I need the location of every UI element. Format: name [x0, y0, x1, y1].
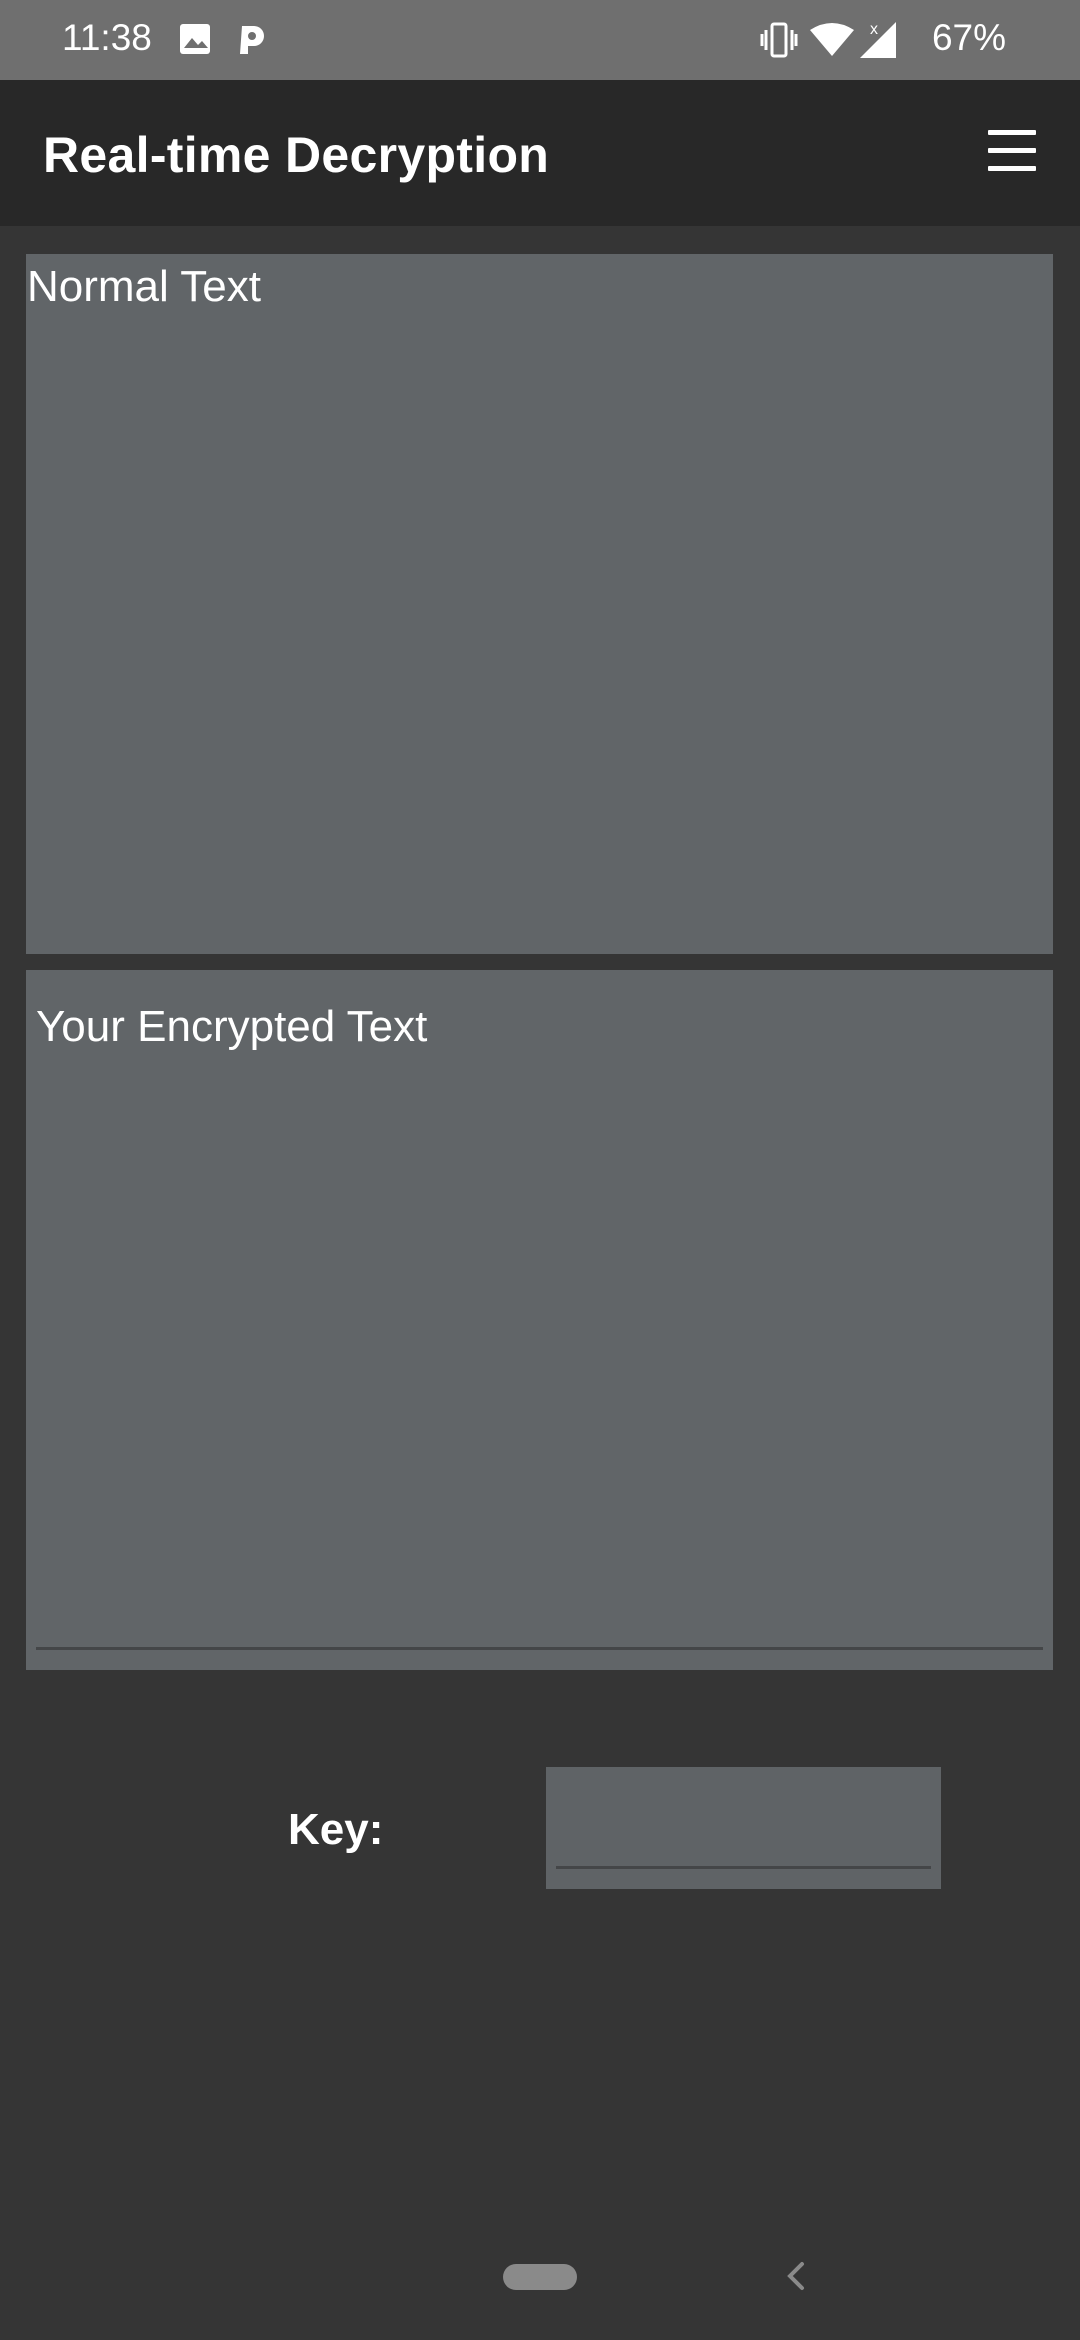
app-bar: Real-time Decryption — [0, 80, 1080, 226]
encrypted-text-field[interactable]: Your Encrypted Text — [26, 970, 1053, 1670]
key-underline — [556, 1866, 931, 1869]
normal-text-placeholder: Normal Text — [27, 262, 261, 311]
status-icons-left — [178, 20, 288, 65]
home-pill[interactable] — [503, 2264, 577, 2290]
battery-percent: 67% — [931, 17, 1006, 58]
signal-icon: x — [860, 21, 896, 58]
vibrate-icon — [760, 22, 798, 58]
field-underline — [36, 1647, 1043, 1650]
hamburger-menu-icon[interactable] — [982, 126, 1042, 178]
normal-text-field[interactable]: Normal Text — [26, 254, 1053, 954]
parking-icon — [240, 26, 264, 54]
status-icons-right: x 67% — [760, 0, 1080, 80]
image-icon — [180, 24, 210, 54]
app-title: Real-time Decryption — [43, 127, 550, 183]
encrypted-text-placeholder: Your Encrypted Text — [36, 1002, 428, 1051]
notification-icons — [180, 24, 264, 54]
status-bar: 11:38 x 67% — [0, 0, 1080, 80]
svg-text:x: x — [870, 21, 878, 38]
system-icons: x — [760, 21, 896, 58]
wifi-icon — [810, 23, 854, 56]
status-time: 11:38 — [62, 17, 152, 58]
key-input[interactable] — [546, 1767, 941, 1889]
back-icon[interactable] — [780, 2258, 810, 2294]
key-label: Key: — [288, 1805, 384, 1854]
